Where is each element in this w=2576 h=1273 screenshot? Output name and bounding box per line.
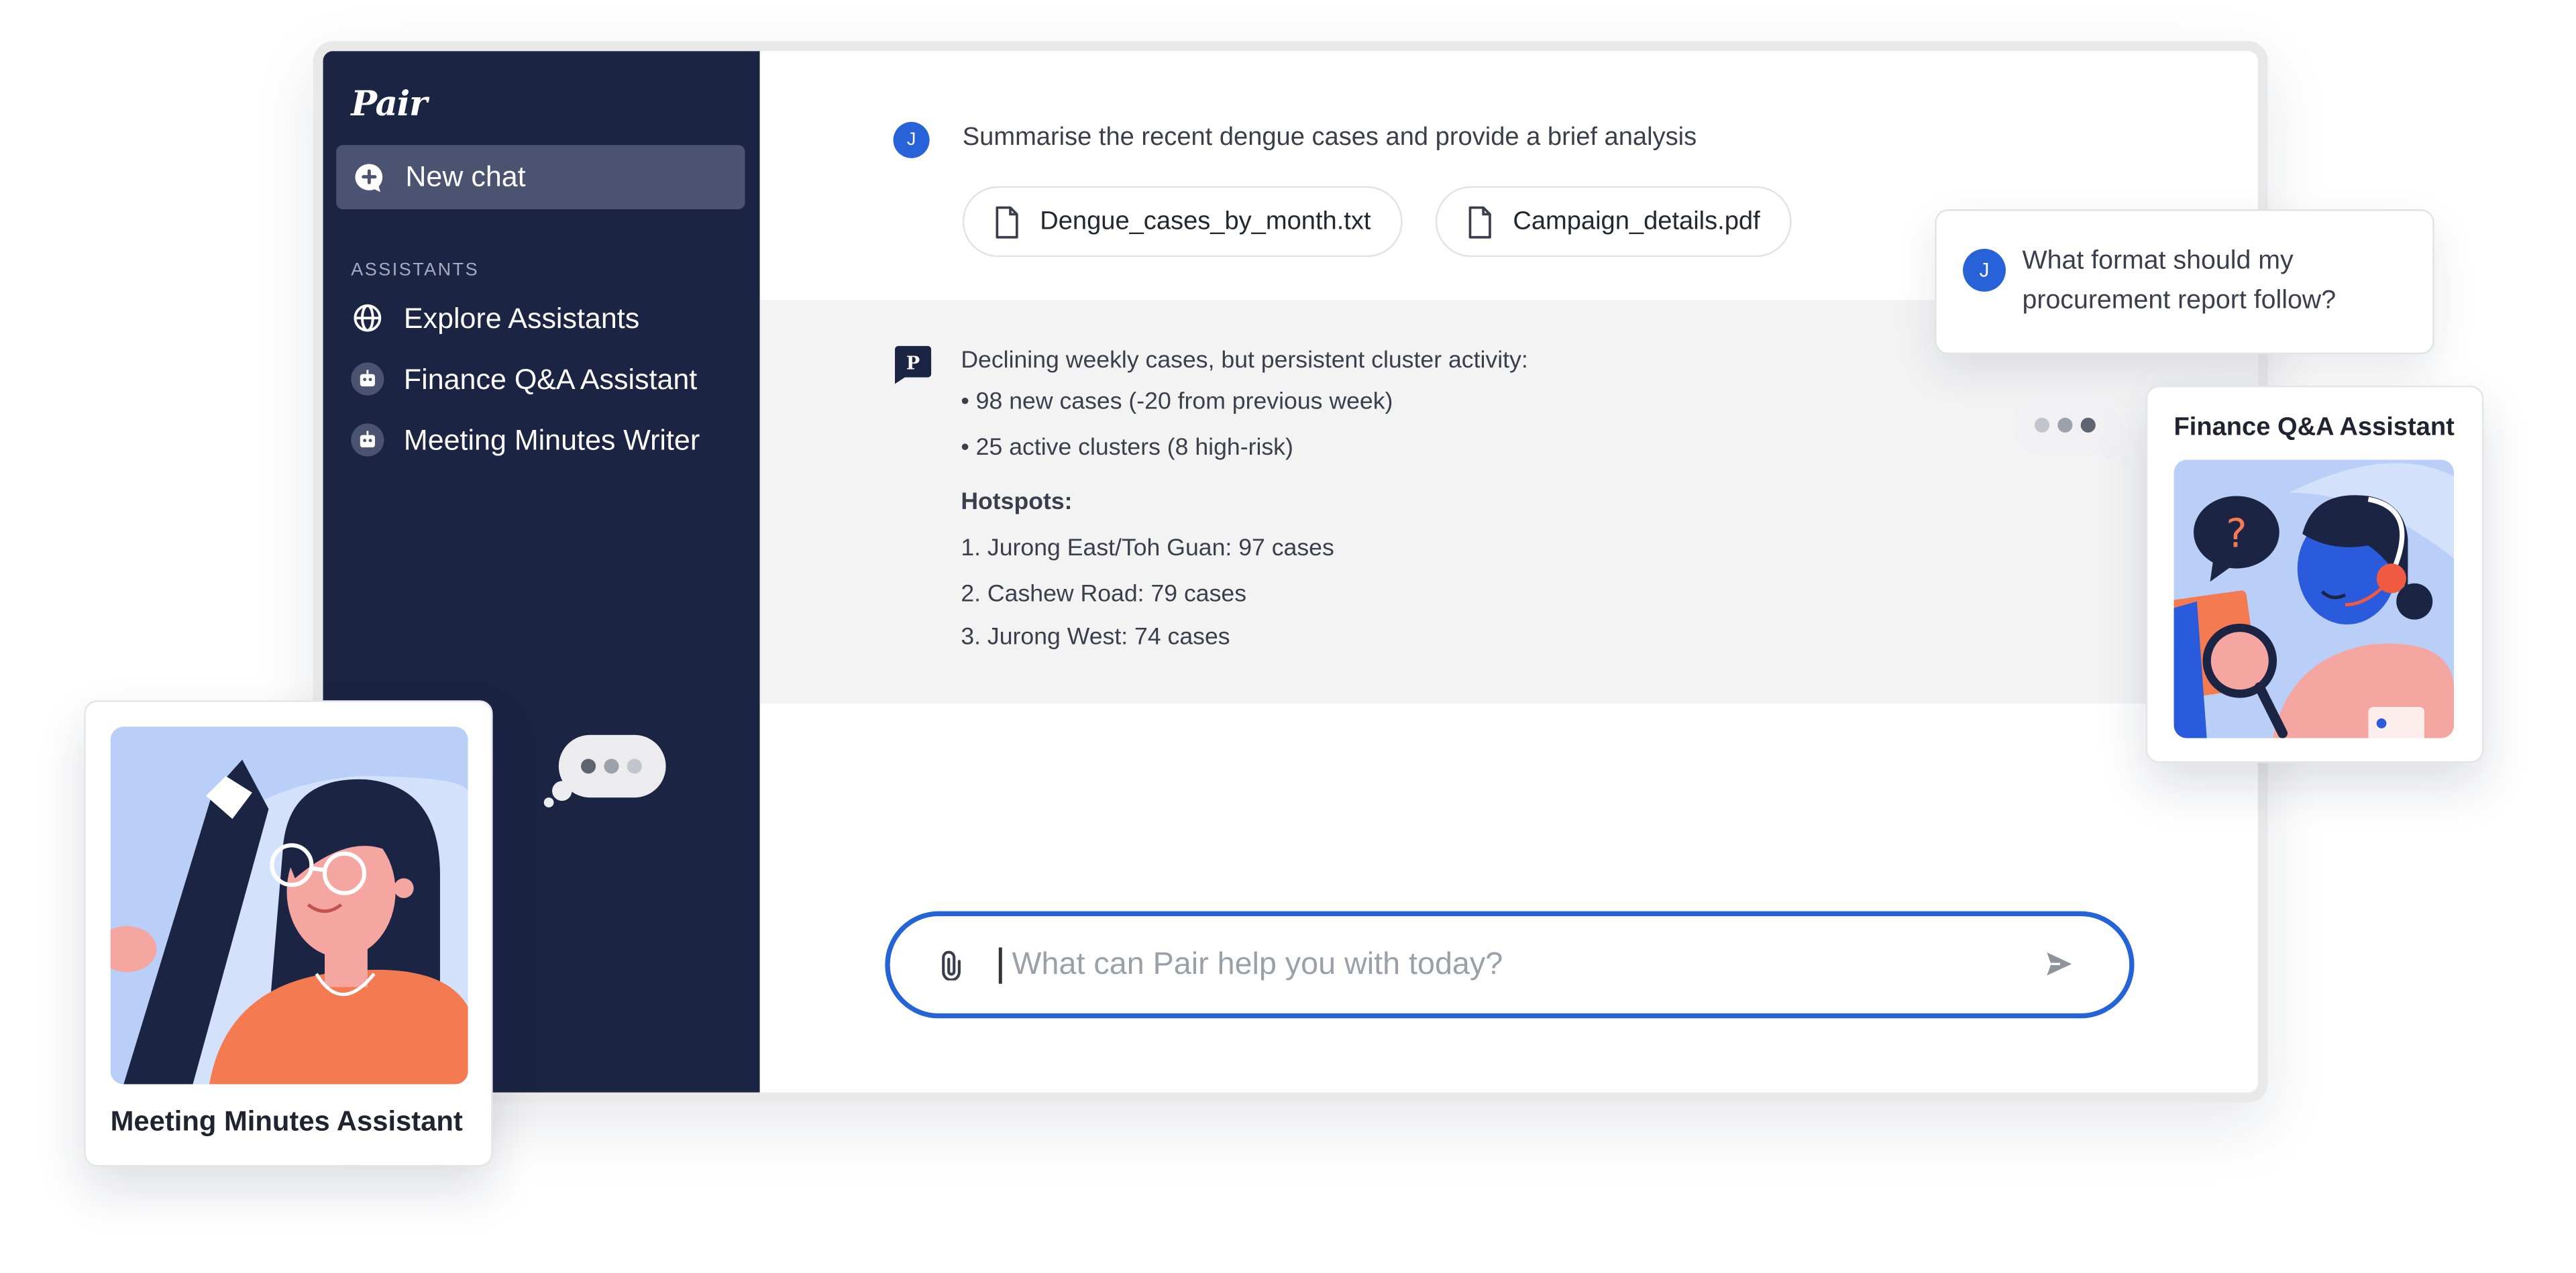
paperclip-icon[interactable]	[934, 950, 964, 981]
response-line: • 25 active clusters (8 high-risk)	[961, 435, 1293, 461]
attachment-chip[interactable]: Campaign_details.pdf	[1435, 186, 1792, 258]
assistant-response: P Declining weekly cases, but persistent…	[759, 300, 2258, 704]
sidebar-item-label: Meeting Minutes Writer	[403, 423, 700, 456]
chat-area: J Summarise the recent dengue cases and …	[759, 51, 2258, 1093]
user-avatar: J	[893, 121, 930, 158]
typing-indicator-left	[543, 734, 666, 808]
file-icon	[996, 205, 1018, 238]
question-line: procurement report follow?	[2022, 286, 2337, 315]
globe-icon	[354, 304, 382, 332]
svg-text:?: ?	[2226, 510, 2247, 557]
finance-qa-assistant-card[interactable]: Finance Q&A Assistant ?	[2145, 385, 2484, 763]
message-composer[interactable]	[885, 911, 2135, 1019]
robot-icon	[351, 362, 384, 396]
meeting-minutes-assistant-card[interactable]: Meeting Minutes Assistant	[84, 700, 493, 1167]
new-chat-button[interactable]: New chat	[336, 145, 745, 210]
text-caret	[998, 947, 1002, 984]
new-chat-label: New chat	[405, 160, 526, 193]
pair-avatar-icon: P	[895, 345, 932, 384]
robot-icon	[351, 423, 384, 457]
response-line: • 98 new cases (-20 from previous week)	[961, 388, 1393, 416]
card-title: Finance Q&A Assistant	[2174, 413, 2455, 442]
attachment-name: Campaign_details.pdf	[1513, 207, 1760, 235]
finance-qa-illustration: ?	[2174, 459, 2455, 738]
user-message: Summarise the recent dengue cases and pr…	[962, 123, 1697, 152]
response-line: 3. Jurong West: 74 cases	[961, 624, 1230, 651]
message-input[interactable]	[1012, 939, 2001, 992]
sample-question-card[interactable]: J What format should my procurement repo…	[1935, 209, 2434, 355]
app-window: Pair New chat ASSISTANTS Explore Assista…	[313, 41, 2268, 1103]
response-line: Declining weekly cases, but persistent c…	[961, 347, 1528, 374]
user-avatar: J	[1963, 248, 2006, 292]
send-icon[interactable]	[2043, 949, 2073, 979]
card-title: Meeting Minutes Assistant	[110, 1105, 463, 1138]
response-line: 1. Jurong East/Toh Guan: 97 cases	[961, 535, 1334, 562]
meeting-minutes-illustration	[110, 726, 468, 1085]
assistants-section-title: ASSISTANTS	[351, 260, 480, 280]
attachment-chip[interactable]: Dengue_cases_by_month.txt	[962, 186, 1403, 258]
app-logo: Pair	[351, 82, 427, 124]
new-chat-icon	[355, 163, 383, 191]
typing-indicator-right	[2012, 395, 2130, 467]
pair-avatar-initial: P	[906, 353, 920, 374]
sidebar-item-explore-assistants[interactable]: Explore Assistants	[336, 290, 745, 346]
sidebar-item-finance-qa[interactable]: Finance Q&A Assistant	[336, 351, 745, 407]
response-line: 2. Cashew Road: 79 cases	[961, 582, 1247, 608]
sidebar-item-meeting-minutes[interactable]: Meeting Minutes Writer	[336, 412, 745, 468]
sidebar-item-label: Finance Q&A Assistant	[403, 362, 698, 395]
question-line: What format should my	[2022, 247, 2294, 276]
attachment-name: Dengue_cases_by_month.txt	[1040, 207, 1371, 235]
response-heading: Hotspots:	[961, 489, 1073, 516]
file-icon	[1468, 205, 1491, 238]
sidebar-item-label: Explore Assistants	[403, 300, 640, 334]
